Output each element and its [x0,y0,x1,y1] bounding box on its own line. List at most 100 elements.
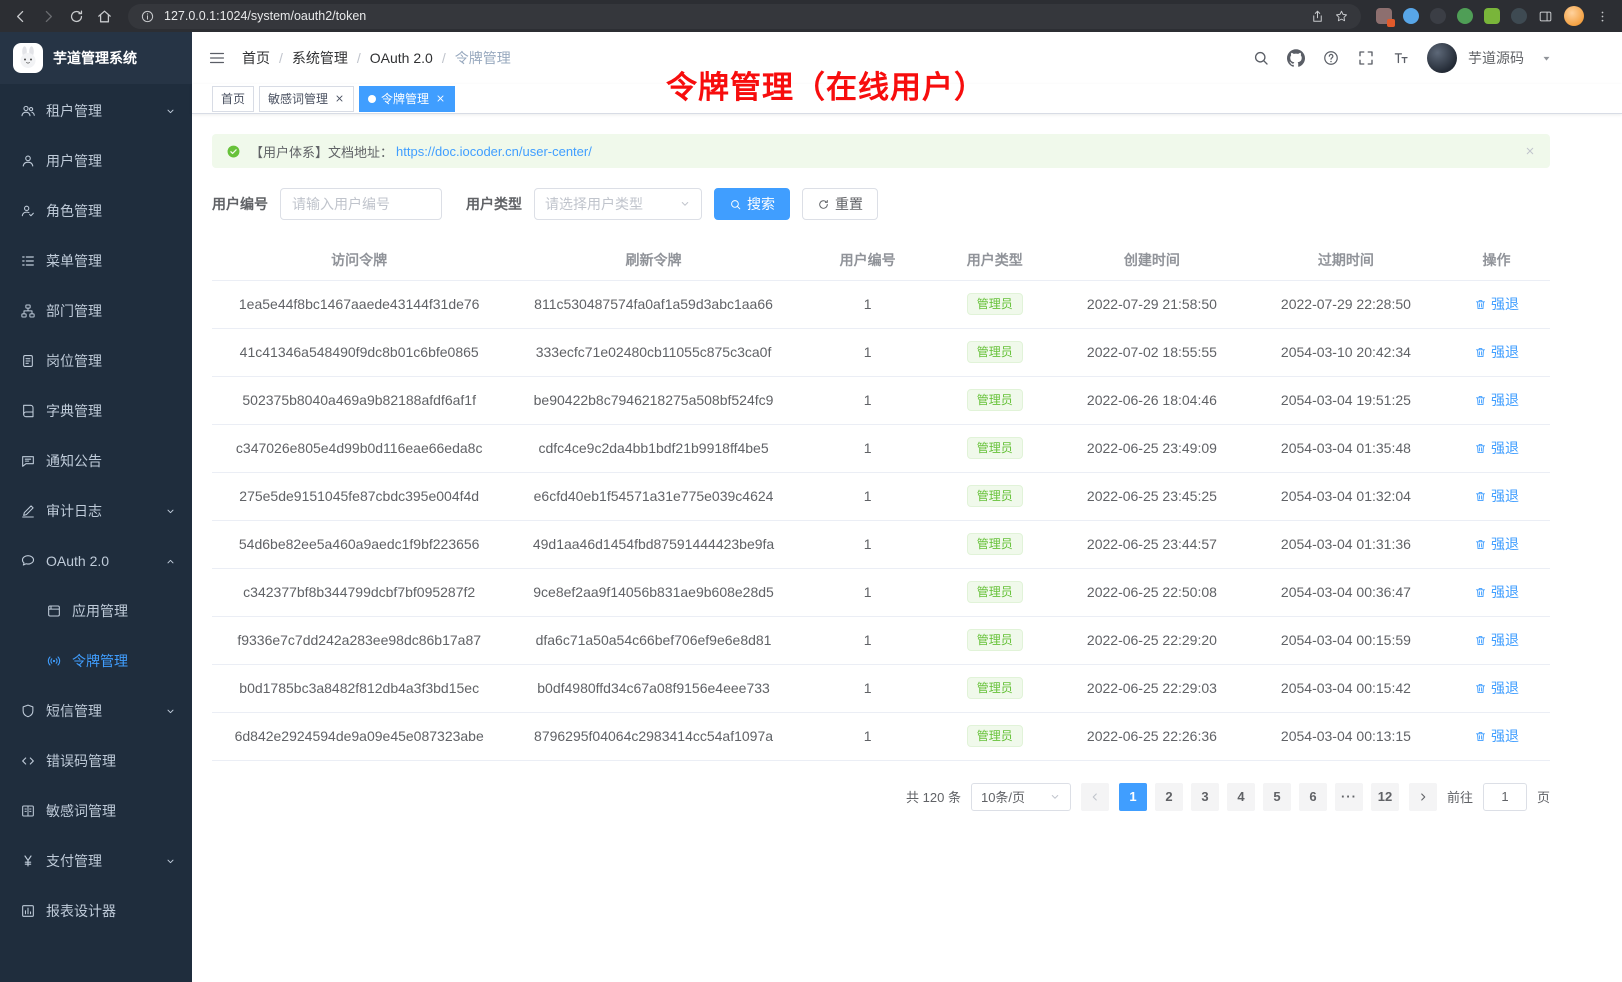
force-logout-button[interactable]: 强退 [1474,582,1519,602]
created-time-cell: 2022-06-26 18:04:46 [1055,376,1249,424]
sidebar-item-sms[interactable]: 短信管理 [0,686,192,736]
share-icon[interactable] [1310,9,1325,24]
force-logout-button[interactable]: 强退 [1474,438,1519,458]
sidebar-item-oauth2[interactable]: OAuth 2.0 [0,536,192,586]
extension-icon[interactable] [1484,8,1500,24]
user-avatar[interactable] [1427,43,1457,73]
force-logout-button[interactable]: 强退 [1474,678,1519,698]
github-icon[interactable] [1287,49,1305,67]
page-button[interactable]: 4 [1227,783,1255,811]
sidebar-item-audit-log[interactable]: 审计日志 [0,486,192,536]
side-panel-icon[interactable] [1538,9,1553,24]
breadcrumb-item[interactable]: 令牌管理 [455,50,511,66]
expire-time-cell: 2022-07-29 22:28:50 [1249,280,1443,328]
force-logout-label: 强退 [1491,438,1519,458]
user-name[interactable]: 芋道源码 [1468,48,1524,68]
close-tab-icon[interactable] [435,93,446,104]
reload-icon[interactable] [68,8,85,25]
bookmark-star-icon[interactable] [1334,9,1349,24]
created-time-cell: 2022-06-25 22:50:08 [1055,568,1249,616]
sidebar-item-label: 令牌管理 [72,651,176,671]
page-button[interactable]: 12 [1371,783,1399,811]
address-bar[interactable]: 127.0.0.1:1024/system/oauth2/token [128,4,1361,29]
extension-icon[interactable] [1403,8,1419,24]
sidebar-item-oauth2-app[interactable]: 应用管理 [0,586,192,636]
sidebar-item-role[interactable]: 角色管理 [0,186,192,236]
sidebar-item-error-code[interactable]: 错误码管理 [0,736,192,786]
page-button[interactable]: 6 [1299,783,1327,811]
force-logout-button[interactable]: 强退 [1474,486,1519,506]
breadcrumb-item[interactable]: 首页 [242,50,270,66]
force-logout-button[interactable]: 强退 [1474,726,1519,746]
delete-icon [1474,730,1487,743]
tab-token[interactable]: 令牌管理 [359,86,455,112]
sidebar-item-pay[interactable]: 支付管理 [0,836,192,886]
sidebar-item-report-designer[interactable]: 报表设计器 [0,886,192,936]
reset-button[interactable]: 重置 [802,188,878,220]
expire-time-cell: 2054-03-04 19:51:25 [1249,376,1443,424]
fullscreen-icon[interactable] [1357,49,1375,67]
app-logo[interactable]: 芋道管理系统 [0,32,192,84]
sidebar-item-user[interactable]: 用户管理 [0,136,192,186]
font-size-icon[interactable] [1392,49,1410,67]
hamburger-icon[interactable] [208,49,226,67]
browser-menu-icon[interactable] [1595,9,1610,24]
access-token-cell: c347026e805e4d99b0d116eae66eda8c [212,424,506,472]
sidebar-item-sensitive-word[interactable]: 敏感词管理 [0,786,192,836]
page-button[interactable]: ··· [1335,783,1363,811]
search-button[interactable]: 搜索 [714,188,790,220]
extension-icon[interactable] [1457,8,1473,24]
action-cell: 强退 [1443,520,1550,568]
site-info-icon[interactable] [140,9,155,24]
page-button[interactable]: 1 [1119,783,1147,811]
page-size-select[interactable]: 10条/页 [971,783,1071,811]
sensitive-icon [20,803,36,819]
access-token-cell: 54d6be82ee5a460a9aedc1f9bf223656 [212,520,506,568]
sidebar-item-label: 字典管理 [46,401,176,421]
sidebar-item-tenant[interactable]: 租户管理 [0,86,192,136]
browser-profile-avatar[interactable] [1564,6,1584,26]
page-button[interactable]: 2 [1155,783,1183,811]
force-logout-button[interactable]: 强退 [1474,294,1519,314]
close-alert-icon[interactable] [1524,145,1536,157]
search-icon[interactable] [1252,49,1270,67]
force-logout-button[interactable]: 强退 [1474,534,1519,554]
expire-time-cell: 2054-03-04 01:31:36 [1249,520,1443,568]
page-button[interactable]: 3 [1191,783,1219,811]
sidebar-item-notice[interactable]: 通知公告 [0,436,192,486]
extension-icon[interactable] [1430,8,1446,24]
sidebar-item-menu[interactable]: 菜单管理 [0,236,192,286]
next-page-button[interactable] [1409,783,1437,811]
sidebar-item-dict[interactable]: 字典管理 [0,386,192,436]
caret-down-icon[interactable] [1541,53,1552,64]
close-tab-icon[interactable] [334,93,345,104]
forward-icon[interactable] [40,8,57,25]
delete-icon [1474,586,1487,599]
user-type-select[interactable]: 请选择用户类型 [534,188,702,220]
prev-page-button[interactable] [1081,783,1109,811]
user-icon [20,153,36,169]
help-icon[interactable] [1322,49,1340,67]
page-button[interactable]: 5 [1263,783,1291,811]
force-logout-button[interactable]: 强退 [1474,342,1519,362]
alert-doc-link[interactable]: https://doc.iocoder.cn/user-center/ [396,144,592,159]
search-button-label: 搜索 [747,194,775,214]
sidebar-item-label: 通知公告 [46,451,176,471]
sidebar-item-dept[interactable]: 部门管理 [0,286,192,336]
chevron-down-icon [165,856,176,867]
goto-page-input[interactable] [1483,783,1527,811]
force-logout-button[interactable]: 强退 [1474,390,1519,410]
dept-icon [20,303,36,319]
breadcrumb-item[interactable]: OAuth 2.0 [370,50,433,66]
tab-sensitive-word[interactable]: 敏感词管理 [259,86,354,112]
sidebar-item-post[interactable]: 岗位管理 [0,336,192,386]
home-icon[interactable] [96,8,113,25]
back-icon[interactable] [12,8,29,25]
force-logout-button[interactable]: 强退 [1474,630,1519,650]
sidebar-item-oauth2-token[interactable]: 令牌管理 [0,636,192,686]
extension-icon[interactable] [1376,8,1392,24]
user-id-input[interactable] [280,188,442,220]
breadcrumb-item[interactable]: 系统管理 [292,50,348,66]
extension-icon[interactable] [1511,8,1527,24]
tab-home[interactable]: 首页 [212,86,254,112]
